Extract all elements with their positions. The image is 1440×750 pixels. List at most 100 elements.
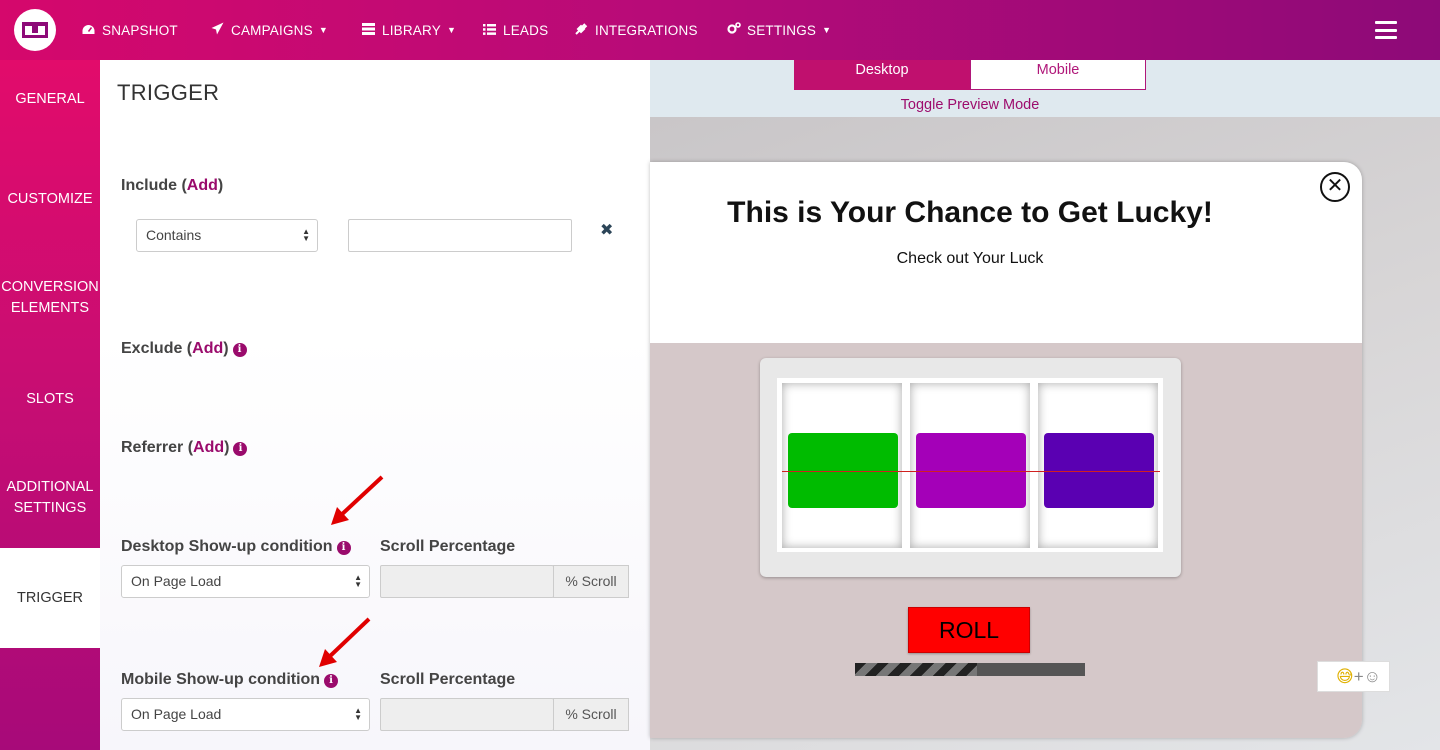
info-icon[interactable]: i: [336, 541, 351, 555]
progress-fill: [855, 663, 977, 676]
paren-close: ): [223, 340, 229, 357]
slot-reel: [1038, 383, 1158, 548]
desktop-scroll-input[interactable]: [380, 565, 554, 598]
payline: [782, 471, 1160, 472]
sidebar-item-slots[interactable]: SLOTS: [0, 380, 100, 418]
tab-label: Desktop: [855, 62, 909, 78]
popup-title: This is Your Chance to Get Lucky!: [727, 196, 1213, 229]
toggle-preview-label: Toggle Preview Mode: [900, 97, 1040, 113]
desktop-condition-heading: Desktop Show-up condition i: [121, 538, 351, 556]
sidebar-item-label: TRIGGER: [16, 589, 84, 606]
emoji-icon: 😅: [1336, 667, 1354, 686]
nav-label: SNAPSHOT: [102, 22, 178, 38]
info-icon[interactable]: i: [232, 343, 247, 357]
nav-leads[interactable]: LEADS: [483, 0, 548, 60]
exclude-add-link[interactable]: Add: [192, 340, 223, 357]
sidebar-item-customize[interactable]: CUSTOMIZE: [0, 180, 100, 218]
include-match-select[interactable]: Contains ▲ ▼: [136, 219, 318, 252]
include-heading: Include (Add): [121, 177, 223, 195]
exclude-heading: Exclude (Add) i: [121, 340, 247, 358]
popup-preview: This is Your Chance to Get Lucky! Check …: [650, 162, 1362, 738]
nav-integrations[interactable]: INTEGRATIONS: [575, 0, 698, 60]
hamburger-icon[interactable]: [1375, 21, 1397, 39]
roll-button[interactable]: ROLL: [908, 607, 1030, 653]
sidebar-item-label: GENERAL: [15, 90, 85, 107]
popup-header: This is Your Chance to Get Lucky! Check …: [650, 162, 1362, 343]
slot-machine: [760, 358, 1181, 577]
paper-plane-icon: [211, 22, 224, 38]
nav-settings[interactable]: SETTINGS ▼: [727, 0, 831, 60]
referrer-add-link[interactable]: Add: [193, 439, 224, 456]
tab-mobile[interactable]: Mobile: [970, 60, 1146, 90]
trigger-panel: TRIGGER Include (Add) Contains ▲ ▼ ✖ Excl…: [100, 60, 650, 750]
close-icon[interactable]: ✕: [1320, 172, 1350, 202]
desktop-condition-select[interactable]: On Page Load ▲ ▼: [121, 565, 370, 598]
referrer-heading: Referrer (Add) i: [121, 439, 248, 457]
sidebar-item-label: CONVERSION ELEMENTS: [1, 279, 99, 316]
popup-body: ROLL: [650, 343, 1362, 738]
exclude-label: Exclude (: [121, 340, 193, 357]
sidebar-item-label: ADDITIONAL SETTINGS: [6, 479, 94, 516]
desktop-condition-label: Desktop Show-up condition: [121, 538, 333, 555]
tab-desktop[interactable]: Desktop: [794, 60, 970, 90]
include-url-input[interactable]: [348, 219, 572, 252]
select-arrows-icon: ▲ ▼: [302, 227, 310, 243]
top-navbar: SNAPSHOT CAMPAIGNS ▼ LIBRARY ▼ LEADS INT…: [0, 0, 1440, 60]
panel-title: TRIGGER: [117, 80, 220, 105]
nav-label: LIBRARY: [382, 22, 441, 38]
nav-label: LEADS: [503, 22, 549, 38]
list-icon: [483, 23, 496, 38]
chevron-down-icon: ▼: [446, 25, 457, 35]
logo-icon[interactable]: [14, 9, 56, 51]
sidebar-item-conversion-elements[interactable]: CONVERSION ELEMENTS: [0, 276, 100, 320]
desktop-scroll-addon: % Scroll: [553, 565, 629, 598]
sidebar-item-general[interactable]: GENERAL: [0, 80, 100, 118]
annotation-arrow-icon: [331, 475, 384, 525]
nav-library[interactable]: LIBRARY ▼: [362, 0, 456, 60]
info-icon[interactable]: i: [324, 674, 339, 688]
nav-campaigns[interactable]: CAMPAIGNS ▼: [211, 0, 328, 60]
slot-reel: [782, 383, 902, 548]
mobile-scroll-label: Scroll Percentage: [380, 671, 516, 688]
slot-reel: [910, 383, 1030, 548]
reel-frame: [777, 378, 1163, 552]
plus-icon: +: [1353, 667, 1364, 686]
chevron-down-icon: ▼: [318, 25, 328, 35]
mobile-condition-label: Mobile Show-up condition: [121, 671, 321, 688]
mobile-condition-heading: Mobile Show-up condition i: [121, 671, 339, 689]
select-value: On Page Load: [131, 573, 222, 589]
referrer-label: Referrer (: [121, 439, 194, 456]
paren-close: ): [217, 177, 224, 194]
include-add-link[interactable]: Add: [187, 177, 218, 194]
select-arrows-icon: ▲ ▼: [354, 706, 362, 722]
desktop-scroll-label: Scroll Percentage: [380, 538, 516, 555]
sidebar-item-label: CUSTOMIZE: [7, 190, 93, 207]
plug-icon: [575, 22, 588, 38]
cogs-icon: [727, 22, 741, 38]
popup-subtitle: Check out Your Luck: [896, 250, 1044, 267]
remove-rule-icon[interactable]: ✖: [600, 220, 613, 240]
preview-toolbar: Desktop Mobile Toggle Preview Mode: [650, 60, 1440, 117]
mobile-scroll-addon: % Scroll: [553, 698, 629, 731]
sidebar-item-label: SLOTS: [26, 390, 74, 407]
info-icon[interactable]: i: [233, 442, 248, 456]
select-value: On Page Load: [131, 706, 222, 722]
tab-label: Mobile: [1036, 62, 1080, 78]
nav-label: CAMPAIGNS: [231, 22, 313, 38]
include-label: Include (: [121, 177, 187, 194]
sidebar-item-additional-settings[interactable]: ADDITIONAL SETTINGS: [0, 476, 100, 520]
sidebar-item-trigger[interactable]: TRIGGER: [0, 548, 100, 648]
emoji-reaction-widget[interactable]: 😅+☺: [1317, 661, 1390, 692]
mobile-condition-select[interactable]: On Page Load ▲ ▼: [121, 698, 370, 731]
progress-bar: [855, 663, 1085, 676]
settings-sidebar: GENERAL CUSTOMIZE CONVERSION ELEMENTS SL…: [0, 60, 100, 750]
dashboard-icon: [82, 23, 95, 38]
select-value: Contains: [146, 227, 202, 243]
chevron-down-icon: ▼: [822, 25, 832, 35]
nav-label: SETTINGS: [747, 22, 817, 38]
library-icon: [362, 22, 375, 38]
paren-close: ): [224, 439, 230, 456]
nav-snapshot[interactable]: SNAPSHOT: [82, 0, 178, 60]
select-arrows-icon: ▲ ▼: [354, 573, 362, 589]
mobile-scroll-input[interactable]: [380, 698, 554, 731]
